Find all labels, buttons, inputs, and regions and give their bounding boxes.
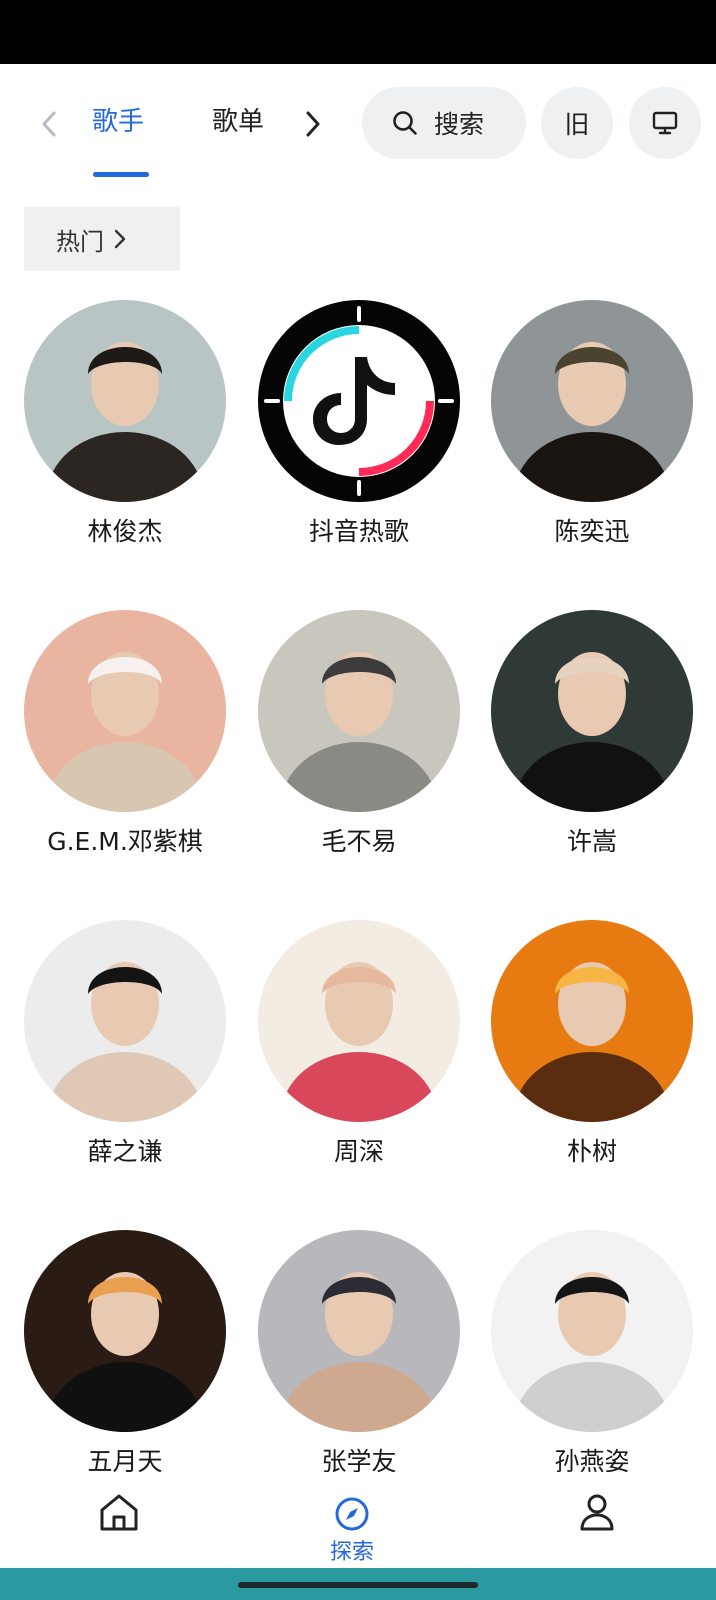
artist-name: 陈奕迅	[554, 517, 630, 546]
artist-avatar[interactable]	[24, 920, 226, 1122]
artist-name: 毛不易	[321, 827, 397, 856]
artist-avatar[interactable]	[24, 300, 226, 502]
artist-card[interactable]: 周深	[258, 920, 460, 1166]
active-tab-indicator	[93, 172, 149, 177]
artist-photo	[491, 920, 693, 1122]
search-label: 搜索	[434, 110, 485, 139]
user-icon	[580, 1494, 614, 1531]
chevron-right-icon	[306, 111, 320, 137]
artist-card[interactable]: 毛不易	[258, 610, 460, 856]
top-bar: 歌手 歌单 搜索 旧	[0, 64, 716, 184]
artist-name: 朴树	[566, 1137, 617, 1166]
artist-card[interactable]: 林俊杰	[24, 300, 226, 546]
artist-photo	[24, 300, 226, 502]
artist-photo	[24, 920, 226, 1122]
old-version-button[interactable]: 旧	[541, 87, 613, 159]
nav-explore-label: 探索	[330, 1540, 375, 1565]
artist-avatar[interactable]	[491, 920, 693, 1122]
artist-photo	[24, 1230, 226, 1432]
artist-card[interactable]: G.E.M.邓紫棋	[24, 610, 226, 856]
cast-screen-button[interactable]	[629, 87, 701, 159]
artist-photo	[258, 300, 460, 502]
tabs-next-button[interactable]	[300, 104, 326, 144]
artist-card[interactable]: 五月天	[24, 1230, 226, 1476]
artist-photo	[258, 1230, 460, 1432]
compass-icon	[335, 1497, 369, 1531]
artist-photo	[258, 920, 460, 1122]
artist-avatar[interactable]	[24, 610, 226, 812]
artist-card[interactable]: 薛之谦	[24, 920, 226, 1166]
artist-photo	[24, 610, 226, 812]
artist-photo	[491, 1230, 693, 1432]
tabs-prev-button[interactable]	[36, 104, 62, 144]
artist-card[interactable]: 许嵩	[491, 610, 693, 856]
bottom-nav: 探索	[0, 1472, 716, 1568]
filter-hot-label: 热门	[56, 227, 104, 256]
artist-name: 周深	[333, 1137, 384, 1166]
search-button[interactable]: 搜索	[362, 87, 526, 159]
old-version-label: 旧	[564, 110, 590, 139]
artist-card[interactable]: 抖音热歌	[258, 300, 460, 546]
nav-explore[interactable]: 探索	[330, 1496, 374, 1566]
chevron-right-icon	[114, 229, 126, 249]
artist-avatar[interactable]	[491, 610, 693, 812]
home-icon	[100, 1494, 138, 1531]
artist-avatar[interactable]	[491, 300, 693, 502]
artist-name: 林俊杰	[87, 517, 163, 546]
artist-photo	[491, 300, 693, 502]
artist-avatar[interactable]	[258, 300, 460, 502]
artist-card[interactable]: 朴树	[491, 920, 693, 1166]
artist-photo	[491, 610, 693, 812]
artist-avatar[interactable]	[258, 920, 460, 1122]
gesture-bar	[0, 1568, 716, 1600]
tab-singers[interactable]: 歌手	[92, 100, 144, 144]
status-bar	[0, 0, 716, 64]
artist-card[interactable]: 张学友	[258, 1230, 460, 1476]
artist-name: 抖音热歌	[308, 517, 409, 546]
artist-card[interactable]: 陈奕迅	[491, 300, 693, 546]
tab-playlists[interactable]: 歌单	[212, 100, 264, 144]
nav-profile[interactable]	[578, 1492, 616, 1532]
nav-home[interactable]	[98, 1492, 140, 1532]
artist-avatar[interactable]	[491, 1230, 693, 1432]
filter-hot-chip[interactable]: 热门	[24, 207, 180, 271]
artist-photo	[258, 610, 460, 812]
artist-avatar[interactable]	[258, 1230, 460, 1432]
artist-name: G.E.M.邓紫棋	[47, 827, 203, 856]
search-icon	[393, 111, 417, 135]
gesture-handle[interactable]	[238, 1582, 478, 1588]
artist-name: 许嵩	[566, 827, 617, 856]
artist-avatar[interactable]	[24, 1230, 226, 1432]
artist-name: 薛之谦	[87, 1137, 163, 1166]
artist-avatar[interactable]	[258, 610, 460, 812]
monitor-icon	[652, 111, 678, 135]
artist-card[interactable]: 孙燕姿	[491, 1230, 693, 1476]
chevron-left-icon	[42, 111, 56, 137]
